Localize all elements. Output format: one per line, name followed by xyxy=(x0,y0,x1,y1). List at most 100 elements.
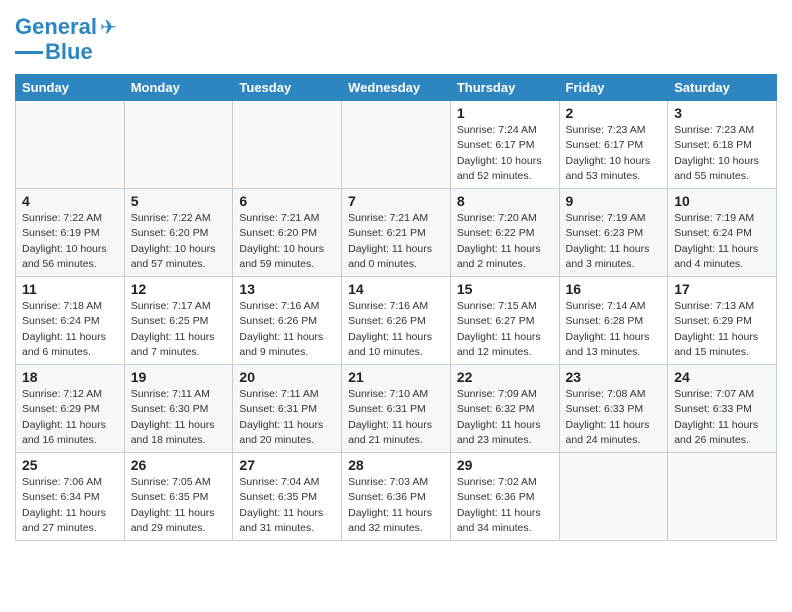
calendar-cell: 28 Sunrise: 7:03 AM Sunset: 6:36 PM Dayli… xyxy=(342,453,451,541)
calendar-cell: 7 Sunrise: 7:21 AM Sunset: 6:21 PM Daylig… xyxy=(342,189,451,277)
calendar-cell: 2 Sunrise: 7:23 AM Sunset: 6:17 PM Daylig… xyxy=(559,101,668,189)
day-number: 1 xyxy=(457,105,553,121)
calendar-cell xyxy=(233,101,342,189)
day-info: Sunrise: 7:04 AM Sunset: 6:35 PM Dayligh… xyxy=(239,475,335,536)
day-info: Sunrise: 7:19 AM Sunset: 6:23 PM Dayligh… xyxy=(566,211,662,272)
logo-bird-icon: ✈ xyxy=(100,15,117,40)
calendar-cell: 22 Sunrise: 7:09 AM Sunset: 6:32 PM Dayli… xyxy=(450,365,559,453)
day-info: Sunrise: 7:24 AM Sunset: 6:17 PM Dayligh… xyxy=(457,123,553,184)
calendar-cell: 3 Sunrise: 7:23 AM Sunset: 6:18 PM Daylig… xyxy=(668,101,777,189)
week-row-5: 25 Sunrise: 7:06 AM Sunset: 6:34 PM Dayli… xyxy=(16,453,777,541)
day-info: Sunrise: 7:11 AM Sunset: 6:30 PM Dayligh… xyxy=(131,387,227,448)
week-row-2: 4 Sunrise: 7:22 AM Sunset: 6:19 PM Daylig… xyxy=(16,189,777,277)
day-info: Sunrise: 7:22 AM Sunset: 6:19 PM Dayligh… xyxy=(22,211,118,272)
day-info: Sunrise: 7:11 AM Sunset: 6:31 PM Dayligh… xyxy=(239,387,335,448)
calendar-cell: 8 Sunrise: 7:20 AM Sunset: 6:22 PM Daylig… xyxy=(450,189,559,277)
header-row: SundayMondayTuesdayWednesdayThursdayFrid… xyxy=(16,75,777,101)
column-header-wednesday: Wednesday xyxy=(342,75,451,101)
calendar-cell: 14 Sunrise: 7:16 AM Sunset: 6:26 PM Dayli… xyxy=(342,277,451,365)
calendar-cell xyxy=(342,101,451,189)
week-row-4: 18 Sunrise: 7:12 AM Sunset: 6:29 PM Dayli… xyxy=(16,365,777,453)
calendar-cell: 10Sunrise: 7:19 AM Sunset: 6:24 PM Dayli… xyxy=(668,189,777,277)
day-number: 22 xyxy=(457,369,553,385)
day-number: 8 xyxy=(457,193,553,209)
day-info: Sunrise: 7:22 AM Sunset: 6:20 PM Dayligh… xyxy=(131,211,227,272)
day-number: 19 xyxy=(131,369,227,385)
calendar-cell xyxy=(559,453,668,541)
calendar-cell: 9 Sunrise: 7:19 AM Sunset: 6:23 PM Daylig… xyxy=(559,189,668,277)
column-header-saturday: Saturday xyxy=(668,75,777,101)
day-number: 25 xyxy=(22,457,118,473)
calendar-cell: 29 Sunrise: 7:02 AM Sunset: 6:36 PM Dayli… xyxy=(450,453,559,541)
day-number: 5 xyxy=(131,193,227,209)
day-info: Sunrise: 7:06 AM Sunset: 6:34 PM Dayligh… xyxy=(22,475,118,536)
day-info: Sunrise: 7:09 AM Sunset: 6:32 PM Dayligh… xyxy=(457,387,553,448)
day-info: Sunrise: 7:03 AM Sunset: 6:36 PM Dayligh… xyxy=(348,475,444,536)
day-info: Sunrise: 7:05 AM Sunset: 6:35 PM Dayligh… xyxy=(131,475,227,536)
logo-text: General xyxy=(15,15,97,39)
calendar-cell: 20 Sunrise: 7:11 AM Sunset: 6:31 PM Dayli… xyxy=(233,365,342,453)
calendar-cell: 13 Sunrise: 7:16 AM Sunset: 6:26 PM Dayli… xyxy=(233,277,342,365)
day-number: 12 xyxy=(131,281,227,297)
day-number: 23 xyxy=(566,369,662,385)
day-info: Sunrise: 7:23 AM Sunset: 6:18 PM Dayligh… xyxy=(674,123,770,184)
calendar-cell: 19 Sunrise: 7:11 AM Sunset: 6:30 PM Dayli… xyxy=(124,365,233,453)
day-number: 3 xyxy=(674,105,770,121)
calendar-cell: 21Sunrise: 7:10 AM Sunset: 6:31 PM Dayli… xyxy=(342,365,451,453)
calendar-cell: 11Sunrise: 7:18 AM Sunset: 6:24 PM Dayli… xyxy=(16,277,125,365)
day-number: 27 xyxy=(239,457,335,473)
day-info: Sunrise: 7:19 AM Sunset: 6:24 PM Dayligh… xyxy=(674,211,770,272)
calendar-cell: 6 Sunrise: 7:21 AM Sunset: 6:20 PM Daylig… xyxy=(233,189,342,277)
column-header-tuesday: Tuesday xyxy=(233,75,342,101)
calendar-cell: 25 Sunrise: 7:06 AM Sunset: 6:34 PM Dayli… xyxy=(16,453,125,541)
calendar-cell: 17 Sunrise: 7:13 AM Sunset: 6:29 PM Dayli… xyxy=(668,277,777,365)
calendar-cell: 4 Sunrise: 7:22 AM Sunset: 6:19 PM Daylig… xyxy=(16,189,125,277)
calendar-cell: 23Sunrise: 7:08 AM Sunset: 6:33 PM Dayli… xyxy=(559,365,668,453)
day-number: 21 xyxy=(348,369,444,385)
calendar-cell: 24 Sunrise: 7:07 AM Sunset: 6:33 PM Dayli… xyxy=(668,365,777,453)
calendar-cell xyxy=(124,101,233,189)
day-info: Sunrise: 7:07 AM Sunset: 6:33 PM Dayligh… xyxy=(674,387,770,448)
column-header-thursday: Thursday xyxy=(450,75,559,101)
day-number: 24 xyxy=(674,369,770,385)
day-info: Sunrise: 7:17 AM Sunset: 6:25 PM Dayligh… xyxy=(131,299,227,360)
calendar-cell: 12 Sunrise: 7:17 AM Sunset: 6:25 PM Dayli… xyxy=(124,277,233,365)
day-number: 6 xyxy=(239,193,335,209)
day-number: 15 xyxy=(457,281,553,297)
calendar-cell: 26 Sunrise: 7:05 AM Sunset: 6:35 PM Dayli… xyxy=(124,453,233,541)
calendar-cell: 5 Sunrise: 7:22 AM Sunset: 6:20 PM Daylig… xyxy=(124,189,233,277)
day-info: Sunrise: 7:12 AM Sunset: 6:29 PM Dayligh… xyxy=(22,387,118,448)
day-number: 18 xyxy=(22,369,118,385)
logo: General ✈ Blue xyxy=(15,15,117,64)
calendar-cell: 1 Sunrise: 7:24 AM Sunset: 6:17 PM Daylig… xyxy=(450,101,559,189)
day-number: 20 xyxy=(239,369,335,385)
day-info: Sunrise: 7:14 AM Sunset: 6:28 PM Dayligh… xyxy=(566,299,662,360)
day-number: 7 xyxy=(348,193,444,209)
day-info: Sunrise: 7:21 AM Sunset: 6:20 PM Dayligh… xyxy=(239,211,335,272)
day-number: 29 xyxy=(457,457,553,473)
day-info: Sunrise: 7:16 AM Sunset: 6:26 PM Dayligh… xyxy=(348,299,444,360)
calendar-cell xyxy=(16,101,125,189)
day-number: 14 xyxy=(348,281,444,297)
week-row-1: 1 Sunrise: 7:24 AM Sunset: 6:17 PM Daylig… xyxy=(16,101,777,189)
day-number: 17 xyxy=(674,281,770,297)
day-number: 9 xyxy=(566,193,662,209)
day-info: Sunrise: 7:13 AM Sunset: 6:29 PM Dayligh… xyxy=(674,299,770,360)
calendar-cell: 15Sunrise: 7:15 AM Sunset: 6:27 PM Dayli… xyxy=(450,277,559,365)
day-info: Sunrise: 7:23 AM Sunset: 6:17 PM Dayligh… xyxy=(566,123,662,184)
day-number: 26 xyxy=(131,457,227,473)
day-number: 13 xyxy=(239,281,335,297)
day-info: Sunrise: 7:21 AM Sunset: 6:21 PM Dayligh… xyxy=(348,211,444,272)
day-number: 16 xyxy=(566,281,662,297)
calendar-cell: 16 Sunrise: 7:14 AM Sunset: 6:28 PM Dayli… xyxy=(559,277,668,365)
logo-blue-text: Blue xyxy=(45,40,93,64)
day-number: 28 xyxy=(348,457,444,473)
day-number: 2 xyxy=(566,105,662,121)
day-info: Sunrise: 7:20 AM Sunset: 6:22 PM Dayligh… xyxy=(457,211,553,272)
day-info: Sunrise: 7:18 AM Sunset: 6:24 PM Dayligh… xyxy=(22,299,118,360)
day-info: Sunrise: 7:16 AM Sunset: 6:26 PM Dayligh… xyxy=(239,299,335,360)
week-row-3: 11Sunrise: 7:18 AM Sunset: 6:24 PM Dayli… xyxy=(16,277,777,365)
column-header-friday: Friday xyxy=(559,75,668,101)
day-info: Sunrise: 7:02 AM Sunset: 6:36 PM Dayligh… xyxy=(457,475,553,536)
day-number: 4 xyxy=(22,193,118,209)
